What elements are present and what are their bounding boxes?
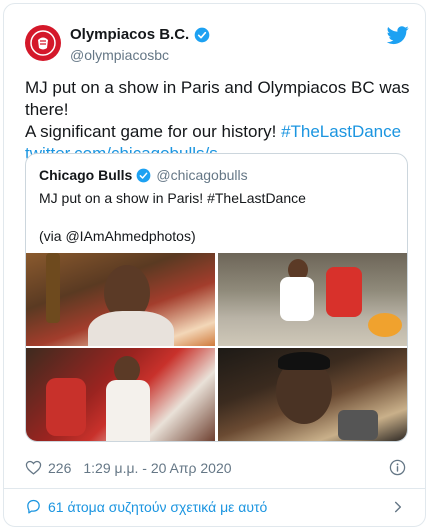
tweet-text-line-2: A significant game for our history! #The… [25, 121, 415, 143]
quoted-text: MJ put on a show in Paris! #TheLastDance [39, 190, 306, 206]
quoted-via: (via @IAmAhmedphotos) [39, 228, 196, 244]
quoted-author-row: Chicago Bulls @chicagobulls [39, 167, 248, 183]
embedded-tweet-card[interactable]: Olympiacos B.C. @olympiacosbc MJ put on … [3, 3, 426, 527]
author-avatar[interactable] [25, 25, 61, 61]
conversation-link[interactable]: 61 άτομα συζητούν σχετικά με αυτό [25, 498, 267, 515]
quoted-tweet[interactable]: Chicago Bulls @chicagobulls MJ put on a … [25, 153, 408, 442]
tweet-meta: 226 1:29 μ.μ. - 20 Απρ 2020 [25, 459, 232, 476]
conversation-text[interactable]: 61 άτομα συζητούν σχετικά με αυτό [48, 499, 267, 515]
quoted-handle: @chicagobulls [156, 167, 248, 183]
tweet-text: MJ put on a show in Paris and Olympiacos… [25, 77, 415, 165]
hashtag-link[interactable]: #TheLastDance [281, 122, 401, 141]
heart-icon[interactable] [25, 459, 42, 476]
author-name-row[interactable]: Olympiacos B.C. [70, 26, 210, 43]
speech-bubble-icon [27, 499, 40, 514]
author-display-name[interactable]: Olympiacos B.C. [70, 26, 189, 43]
twitter-bird-icon[interactable] [387, 24, 409, 46]
info-icon[interactable] [389, 459, 406, 476]
like-count[interactable]: 226 [48, 460, 71, 476]
tweet-text-line-2-body: A significant game for our history! [25, 122, 282, 141]
photo-jordan-number-23[interactable] [26, 348, 215, 441]
verified-badge-icon [194, 27, 210, 42]
photo-jordan-press-conference[interactable] [218, 348, 407, 441]
chevron-right-icon[interactable] [391, 500, 405, 514]
footer-divider [4, 488, 425, 489]
photo-game-action[interactable] [218, 253, 407, 346]
author-handle[interactable]: @olympiacosbc [70, 47, 169, 63]
quoted-display-name: Chicago Bulls [39, 167, 133, 183]
photo-jordan-with-trophy[interactable] [26, 253, 215, 346]
quoted-photo-grid [26, 253, 407, 441]
verified-badge-icon [136, 168, 151, 182]
tweet-text-line-1: MJ put on a show in Paris and Olympiacos… [25, 78, 410, 119]
olympiacos-logo-icon [30, 30, 56, 56]
tweet-timestamp[interactable]: 1:29 μ.μ. - 20 Απρ 2020 [83, 460, 231, 476]
